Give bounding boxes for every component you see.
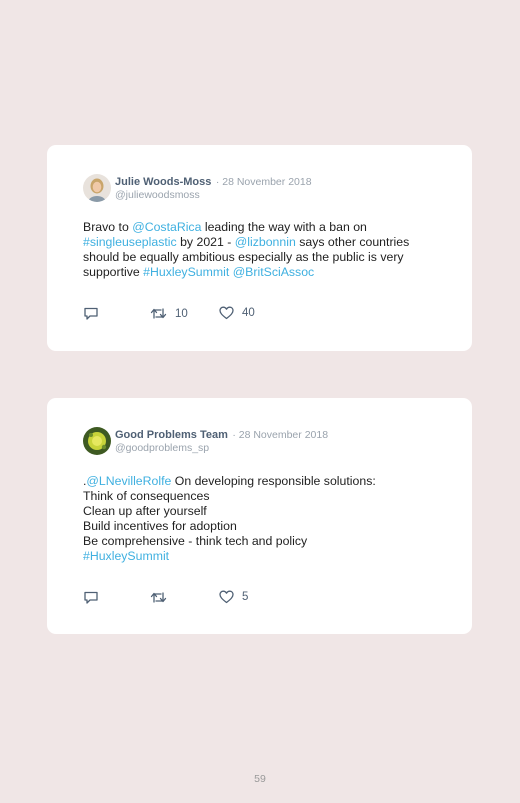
- hashtag-link[interactable]: #HuxleySummit: [143, 265, 229, 279]
- tweet-card: Good Problems Team · 28 November 2018 @g…: [47, 398, 472, 634]
- tweet-text-line: Be comprehensive - think tech and policy: [83, 534, 308, 548]
- tweet-text-line: Build incentives for adoption: [83, 519, 237, 533]
- tweet-author-block: Good Problems Team · 28 November 2018 @g…: [115, 427, 328, 455]
- tweet-text-segment: supportive: [83, 265, 144, 279]
- tweet-text: Bravo to @CostaRica leading the way with…: [83, 220, 453, 280]
- tweet-text-segment: leading the way with a ban on: [201, 220, 367, 234]
- heart-icon: [219, 590, 234, 604]
- author-name[interactable]: Julie Woods-Moss: [115, 176, 211, 188]
- tweet-text-segment: says other countries: [295, 235, 410, 249]
- tweet-text-line: Clean up after yourself: [83, 504, 207, 518]
- tweet-card: Julie Woods-Moss · 28 November 2018 @jul…: [47, 145, 472, 351]
- mention-link[interactable]: @lizbonnin: [235, 235, 296, 249]
- avatar[interactable]: [83, 427, 111, 455]
- tweet-text-line: should be equally ambitious especially a…: [83, 250, 404, 264]
- reply-button[interactable]: [83, 306, 99, 321]
- author-handle[interactable]: @juliewoodsmoss: [115, 189, 312, 202]
- tweet-text-segment: On developing responsible solutions:: [171, 474, 376, 488]
- author-handle[interactable]: @goodproblems_sp: [115, 442, 328, 455]
- mention-link[interactable]: @BritSciAssoc: [233, 265, 315, 279]
- tweet-date[interactable]: · 28 November 2018: [232, 429, 328, 441]
- tweet-text-line: Think of consequences: [83, 489, 210, 503]
- hashtag-link[interactable]: #singleuseplastic: [83, 235, 177, 249]
- reply-icon: [84, 307, 98, 320]
- hashtag-link[interactable]: #HuxleySummit: [83, 549, 169, 563]
- retweet-icon: [150, 308, 167, 319]
- like-count: 5: [242, 591, 249, 603]
- tweet-text-segment: by 2021 -: [176, 235, 235, 249]
- mention-link[interactable]: @LNevilleRolfe: [86, 474, 171, 488]
- retweet-icon: [150, 592, 167, 603]
- like-button[interactable]: 5: [219, 590, 248, 604]
- heart-icon: [219, 306, 234, 320]
- retweet-button[interactable]: [150, 590, 175, 605]
- reply-icon: [84, 591, 98, 604]
- tweet-text: .@LNevilleRolfe On developing responsibl…: [83, 474, 453, 564]
- like-button[interactable]: 40: [219, 306, 255, 320]
- mention-link[interactable]: @CostaRica: [132, 220, 201, 234]
- tweet-text-segment: Bravo to: [83, 220, 133, 234]
- reply-button[interactable]: [83, 590, 99, 605]
- retweet-button[interactable]: 10: [150, 306, 188, 321]
- like-count: 40: [242, 307, 255, 319]
- tweet-header: Good Problems Team · 28 November 2018 @g…: [83, 427, 328, 455]
- avatar[interactable]: [83, 174, 111, 202]
- page-number: 59: [254, 773, 266, 785]
- tweet-author-block: Julie Woods-Moss · 28 November 2018 @jul…: [115, 174, 312, 202]
- author-name[interactable]: Good Problems Team: [115, 429, 228, 441]
- retweet-count: 10: [175, 307, 188, 320]
- tweet-date[interactable]: · 28 November 2018: [216, 176, 312, 188]
- tweet-header: Julie Woods-Moss · 28 November 2018 @jul…: [83, 174, 312, 202]
